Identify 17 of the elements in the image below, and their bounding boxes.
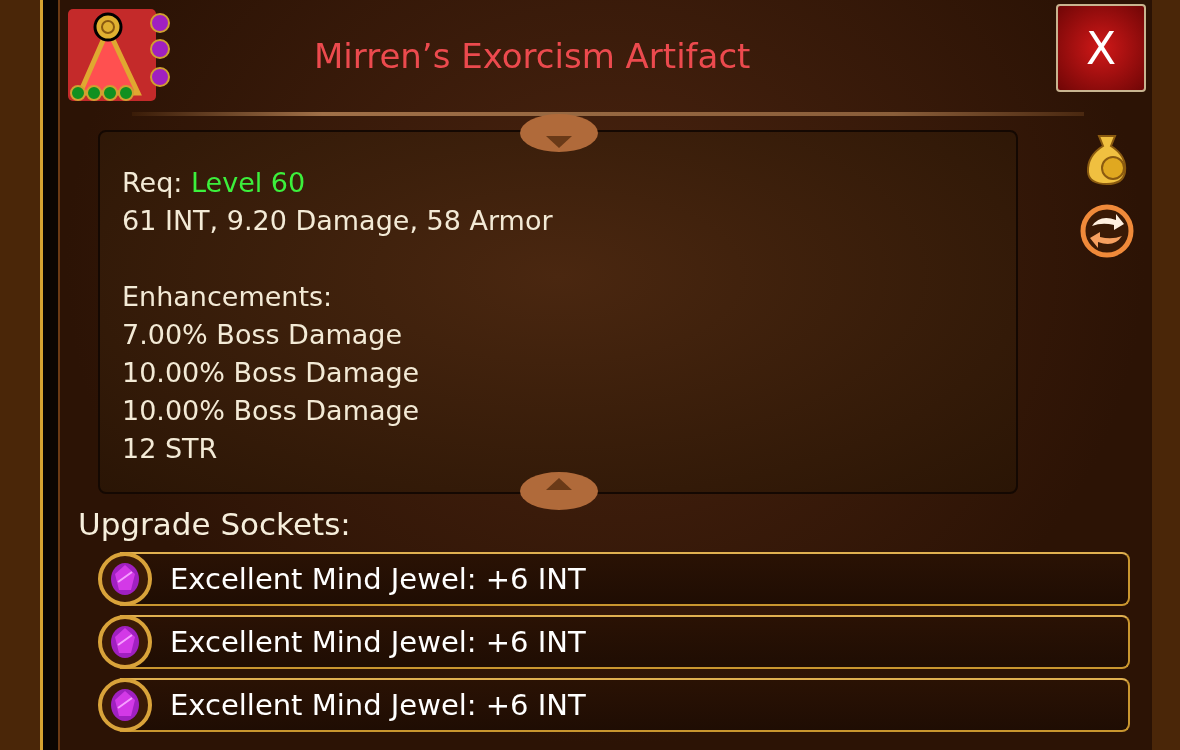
jewel-icon: [98, 678, 152, 732]
close-button[interactable]: X: [1056, 4, 1146, 92]
item-title: Mirren’s Exorcism Artifact: [313, 36, 752, 76]
caret-icon: [544, 476, 574, 492]
enhancement-text: 10.00% Boss Damage: [122, 356, 421, 390]
stats-summary: 61 INT, 9.20 Damage, 58 Armor: [122, 204, 554, 238]
enhancement-text: 7.00% Boss Damage: [122, 318, 404, 352]
jewel-icon: [98, 615, 152, 669]
jewel-icon: [98, 552, 152, 606]
sockets-heading: Upgrade Sockets:: [78, 506, 352, 542]
caret-icon: [544, 134, 574, 150]
requirement-text: Req: Level 60: [122, 166, 307, 200]
swap-icon[interactable]: [1080, 204, 1134, 258]
money-bag-icon[interactable]: [1085, 132, 1129, 186]
enhancements-heading: Enhancements:: [122, 280, 334, 314]
enhancement-text: 12 STR: [122, 432, 219, 466]
enhancement-text: 10.00% Boss Damage: [122, 394, 421, 428]
